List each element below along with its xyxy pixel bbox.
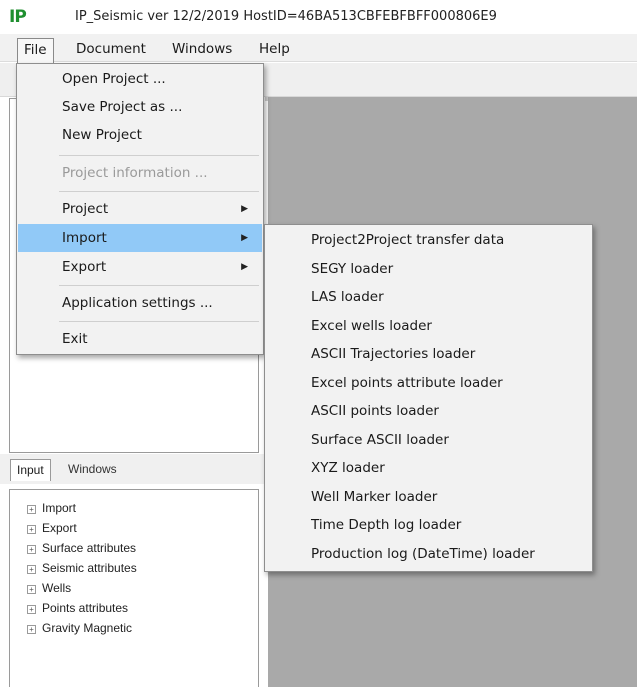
app-logo: IP: [9, 7, 27, 27]
menu-item-save-project-as[interactable]: Save Project as ...: [18, 93, 262, 121]
tree-item-label: Import: [42, 501, 77, 515]
tree-view[interactable]: + Import + Export + Surface attributes + Sei…: [9, 489, 259, 687]
submenu-item-ascii-trajectories-loader[interactable]: ASCII Trajectories loader: [265, 340, 592, 369]
tree-item-label: Export: [42, 521, 77, 535]
menu-item-project-information[interactable]: Project information ...: [18, 159, 262, 187]
menu-item-exit[interactable]: Exit: [18, 325, 262, 353]
menu-item-export[interactable]: Export ▶: [18, 253, 262, 281]
tree-item-gravity-magnetic[interactable]: + Gravity Magnetic: [27, 618, 132, 638]
tab-input[interactable]: Input: [10, 459, 51, 481]
tree-item-surface-attributes[interactable]: + Surface attributes: [27, 538, 136, 558]
tree-item-label: Wells: [42, 581, 72, 595]
menu-item-project[interactable]: Project ▶: [18, 195, 262, 223]
submenu-item-segy-loader[interactable]: SEGY loader: [265, 255, 592, 284]
expand-icon[interactable]: +: [27, 585, 36, 594]
tree-item-seismic-attributes[interactable]: + Seismic attributes: [27, 558, 137, 578]
submenu-item-las-loader[interactable]: LAS loader: [265, 283, 592, 312]
expand-icon[interactable]: +: [27, 565, 36, 574]
tab-windows[interactable]: Windows: [62, 459, 123, 480]
submenu-arrow-icon: ▶: [241, 262, 248, 272]
submenu-item-xyz-loader[interactable]: XYZ loader: [265, 454, 592, 483]
tree-item-points-attributes[interactable]: + Points attributes: [27, 598, 128, 618]
submenu-item-production-log-loader[interactable]: Production log (DateTime) loader: [265, 540, 592, 569]
submenu-item-time-depth-log-loader[interactable]: Time Depth log loader: [265, 511, 592, 540]
submenu-item-surface-ascii-loader[interactable]: Surface ASCII loader: [265, 426, 592, 455]
expand-icon[interactable]: +: [27, 605, 36, 614]
submenu-item-excel-wells-loader[interactable]: Excel wells loader: [265, 312, 592, 341]
tree-item-import[interactable]: + Import: [27, 498, 76, 518]
menu-document[interactable]: Document: [70, 38, 152, 60]
menu-item-label: Project: [62, 201, 109, 217]
tree-item-export[interactable]: + Export: [27, 518, 77, 538]
menu-item-application-settings[interactable]: Application settings ...: [18, 289, 262, 317]
menu-file[interactable]: File: [17, 38, 54, 64]
menu-separator: [59, 155, 259, 156]
menu-item-open-project[interactable]: Open Project ...: [18, 65, 262, 93]
menu-item-new-project[interactable]: New Project: [18, 121, 262, 149]
menu-help[interactable]: Help: [253, 38, 296, 60]
file-menu: Open Project ... Save Project as ... New…: [16, 63, 264, 355]
menu-item-import[interactable]: Import ▶: [18, 224, 262, 252]
menu-separator: [59, 321, 259, 322]
submenu-item-well-marker-loader[interactable]: Well Marker loader: [265, 483, 592, 512]
submenu-item-ascii-points-loader[interactable]: ASCII points loader: [265, 397, 592, 426]
tree-item-label: Seismic attributes: [42, 561, 137, 575]
menu-windows[interactable]: Windows: [166, 38, 238, 60]
expand-icon[interactable]: +: [27, 525, 36, 534]
tree-item-label: Gravity Magnetic: [42, 621, 133, 635]
expand-icon[interactable]: +: [27, 505, 36, 514]
menu-separator: [59, 191, 259, 192]
submenu-arrow-icon: ▶: [241, 233, 248, 243]
submenu-item-project2project[interactable]: Project2Project transfer data: [265, 226, 592, 255]
submenu-arrow-icon: ▶: [241, 204, 248, 214]
menu-separator: [59, 285, 259, 286]
menu-item-label: Export: [62, 259, 107, 275]
window-title: IP_Seismic ver 12/2/2019 HostID=46BA513C…: [75, 9, 497, 24]
expand-icon[interactable]: +: [27, 545, 36, 554]
tree-item-wells[interactable]: + Wells: [27, 578, 71, 598]
expand-icon[interactable]: +: [27, 625, 36, 634]
menu-item-label: Import: [62, 230, 107, 246]
import-submenu: Project2Project transfer data SEGY loade…: [264, 224, 593, 572]
tree-item-label: Points attributes: [42, 601, 129, 615]
submenu-item-excel-points-attribute-loader[interactable]: Excel points attribute loader: [265, 369, 592, 398]
tree-item-label: Surface attributes: [42, 541, 137, 555]
